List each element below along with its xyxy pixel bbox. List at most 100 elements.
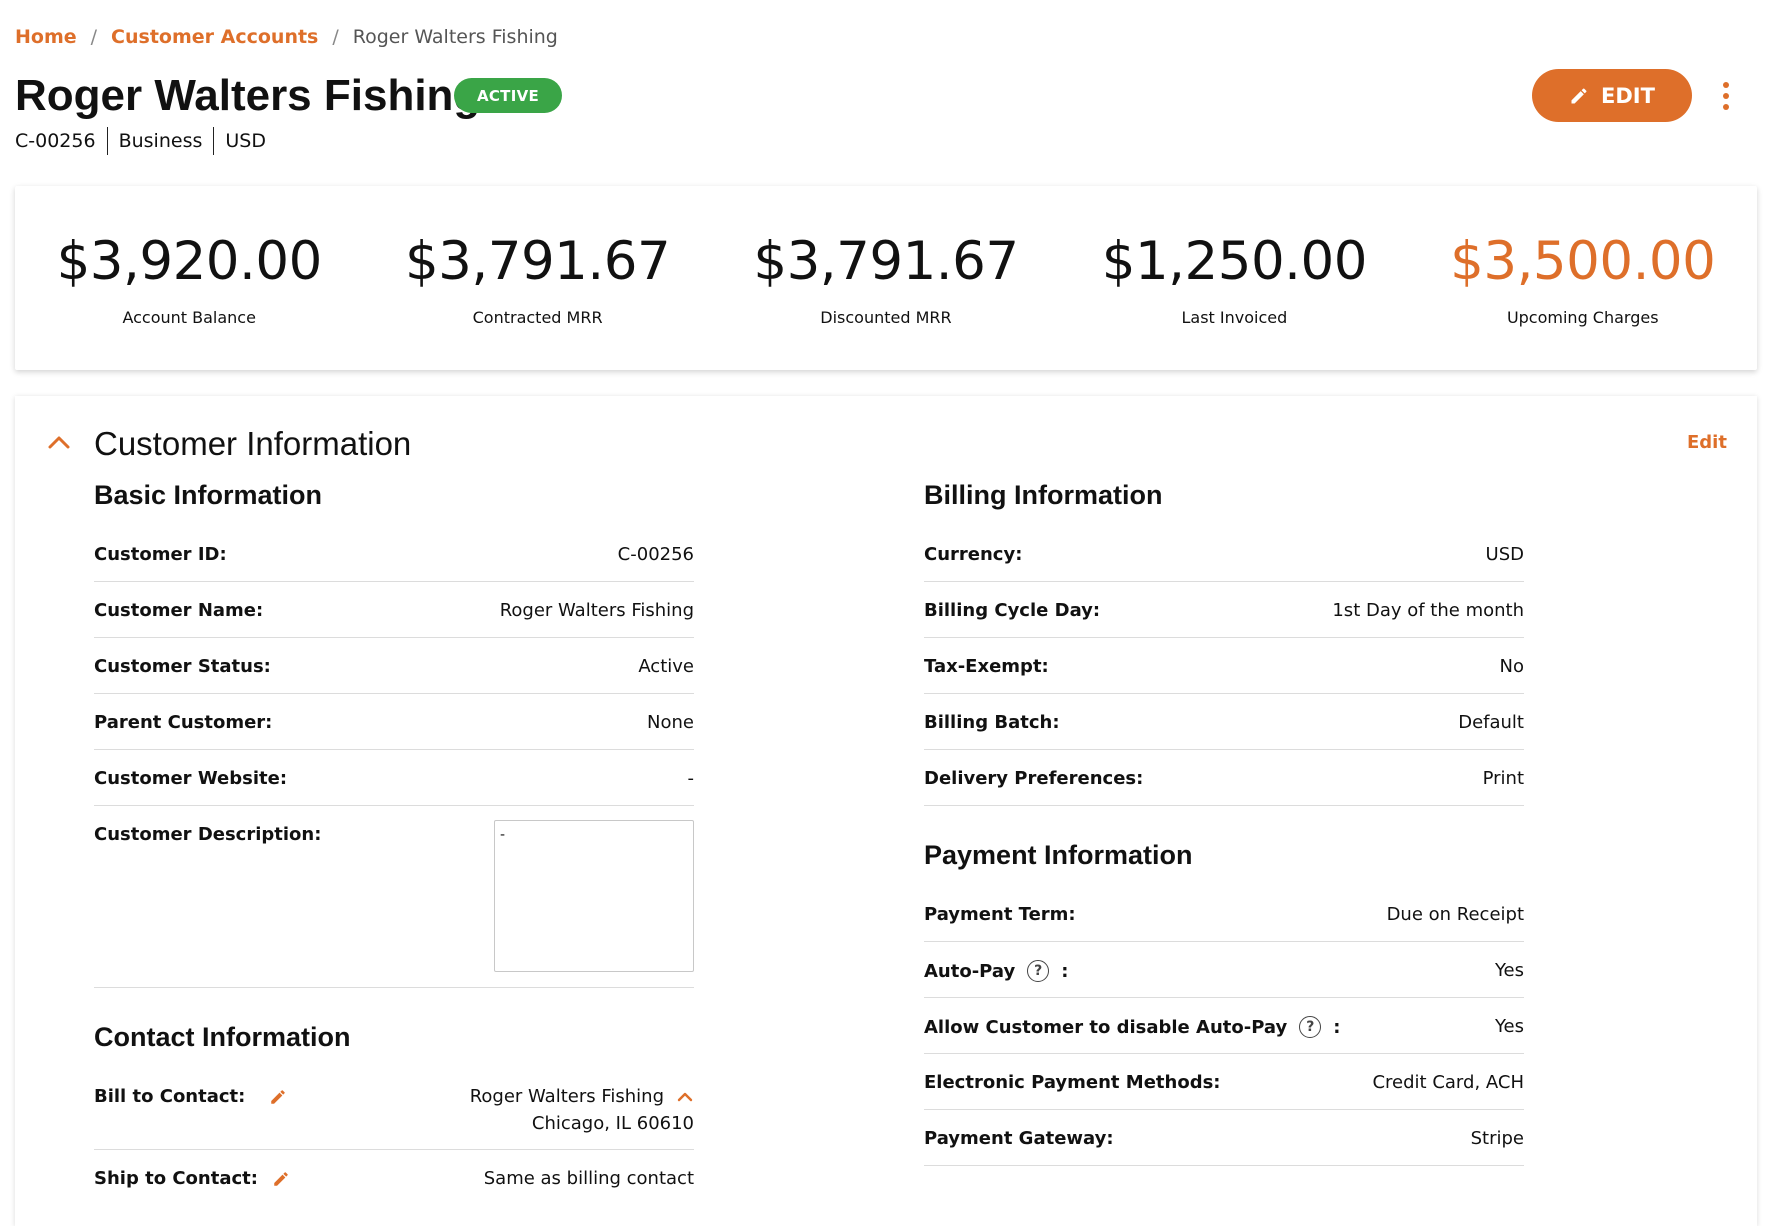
metric-value: $1,250.00 <box>1101 231 1368 292</box>
row-label: Customer ID: <box>94 544 227 565</box>
info-row-currency: Currency: USD <box>924 526 1524 582</box>
row-value: - <box>687 768 695 789</box>
right-column: Billing Information Currency: USD Billin… <box>924 478 1524 1166</box>
row-value: Default <box>1458 712 1524 733</box>
row-label: Billing Batch: <box>924 712 1060 733</box>
row-value: No <box>1499 656 1524 677</box>
edit-button[interactable]: EDIT <box>1532 69 1692 122</box>
chevron-up-icon[interactable] <box>45 430 73 454</box>
contact-information-title: Contact Information <box>94 1022 351 1052</box>
row-label: Electronic Payment Methods: <box>924 1072 1221 1093</box>
metric-value: $3,791.67 <box>753 231 1019 292</box>
metric-value: $3,920.00 <box>56 231 323 292</box>
metric-label: Upcoming Charges <box>1506 308 1659 327</box>
row-value: Yes <box>1494 960 1524 981</box>
breadcrumb-current: Roger Walters Fishing <box>352 26 558 48</box>
row-value: Due on Receipt <box>1386 904 1524 925</box>
metric-label: Account Balance <box>122 308 256 327</box>
info-row-delivery-preferences: Delivery Preferences: Print <box>924 750 1524 806</box>
row-label: Customer Status: <box>94 656 271 677</box>
chevron-up-icon[interactable] <box>676 1090 694 1104</box>
info-row-auto-pay: Auto-Pay ? : Yes <box>924 942 1524 998</box>
info-row-customer-website: Customer Website: - <box>94 750 694 806</box>
row-label: Allow Customer to disable Auto-Pay ? : <box>924 1016 1340 1038</box>
info-row-customer-description: Customer Description: - <box>94 806 694 988</box>
row-label: Currency: <box>924 544 1023 565</box>
metric-value: $3,500.00 <box>1450 231 1716 292</box>
metric-label: Discounted MRR <box>820 308 952 327</box>
meta-customer-id: C-00256 <box>15 130 96 152</box>
customer-description-box[interactable]: - <box>494 820 694 972</box>
bill-to-contact-address: Chicago, IL 60610 <box>531 1113 694 1134</box>
row-label: Billing Cycle Day: <box>924 600 1101 621</box>
row-label: Payment Gateway: <box>924 1128 1114 1149</box>
breadcrumb: Home / Customer Accounts / Roger Walters… <box>15 22 558 52</box>
metric-value: $3,791.67 <box>404 231 671 292</box>
info-row-billing-batch: Billing Batch: Default <box>924 694 1524 750</box>
row-label: Auto-Pay ? : <box>924 960 1068 982</box>
row-label: Customer Name: <box>94 600 264 621</box>
metric-label: Contracted MRR <box>472 308 603 327</box>
section-title: Customer Information <box>94 425 412 462</box>
breadcrumb-separator: / <box>90 26 98 48</box>
kebab-menu-icon[interactable] <box>1714 78 1738 114</box>
row-label: Customer Description: <box>94 824 322 845</box>
info-row-payment-gateway: Payment Gateway: Stripe <box>924 1110 1524 1166</box>
info-row-electronic-payment-methods: Electronic Payment Methods: Credit Card,… <box>924 1054 1524 1110</box>
allow-disable-auto-pay-label: Allow Customer to disable Auto-Pay <box>924 1016 1288 1038</box>
info-row-bill-to-contact: Bill to Contact: Roger Walters Fishing C… <box>94 1068 694 1150</box>
bill-to-contact-value: Roger Walters Fishing Chicago, IL 60610 <box>470 1083 694 1137</box>
metric-last-invoiced: $1,250.00 Last Invoiced <box>1060 186 1408 370</box>
auto-pay-label: Auto-Pay <box>924 960 1016 982</box>
info-row-allow-disable-auto-pay: Allow Customer to disable Auto-Pay ? : Y… <box>924 998 1524 1054</box>
metrics-card: $3,920.00 Account Balance $3,791.67 Cont… <box>15 186 1757 370</box>
info-row-payment-term: Payment Term: Due on Receipt <box>924 886 1524 942</box>
row-value: Stripe <box>1470 1128 1524 1149</box>
row-value: USD <box>1485 544 1524 565</box>
help-circle-icon[interactable]: ? <box>1299 1016 1322 1038</box>
customer-information-panel: Customer Information Edit Basic Informat… <box>15 396 1757 1226</box>
ship-to-contact-label: Ship to Contact: <box>94 1168 258 1189</box>
ship-to-contact-value: Same as billing contact <box>483 1168 694 1189</box>
row-value: None <box>647 712 694 733</box>
label-colon: : <box>1333 1016 1341 1038</box>
metric-account-balance: $3,920.00 Account Balance <box>15 186 363 370</box>
breadcrumb-home-link[interactable]: Home <box>15 26 77 48</box>
pencil-icon[interactable] <box>269 1088 287 1106</box>
pencil-icon <box>1571 87 1587 103</box>
status-badge: ACTIVE <box>454 78 562 113</box>
basic-information-title: Basic Information <box>94 480 323 510</box>
bill-to-contact-label: Bill to Contact: <box>94 1086 246 1107</box>
page-title: Roger Walters Fishing <box>15 71 481 120</box>
info-row-customer-status: Customer Status: Active <box>94 638 694 694</box>
row-label: Customer Website: <box>94 768 288 789</box>
info-row-customer-id: Customer ID: C-00256 <box>94 526 694 582</box>
row-label: Ship to Contact: <box>94 1168 290 1189</box>
left-column: Basic Information Customer ID: C-00256 C… <box>94 478 694 1206</box>
row-label: Tax-Exempt: <box>924 656 1049 677</box>
customer-info-edit-link[interactable]: Edit <box>1687 432 1727 453</box>
info-row-ship-to-contact: Ship to Contact: Same as billing contact <box>94 1150 694 1206</box>
account-meta: C-00256 Business USD <box>15 126 277 156</box>
row-value: Roger Walters Fishing <box>499 600 694 621</box>
row-value: 1st Day of the month <box>1332 600 1524 621</box>
bill-to-contact-name: Roger Walters Fishing <box>469 1086 664 1107</box>
row-label: Bill to Contact: <box>94 1086 287 1107</box>
metric-upcoming-charges: $3,500.00 Upcoming Charges <box>1409 186 1757 370</box>
row-value: Yes <box>1494 1016 1524 1037</box>
pencil-icon[interactable] <box>272 1170 290 1188</box>
row-value: C-00256 <box>617 544 694 565</box>
payment-information-title: Payment Information <box>924 840 1193 870</box>
help-circle-icon[interactable]: ? <box>1027 960 1050 982</box>
info-row-customer-name: Customer Name: Roger Walters Fishing <box>94 582 694 638</box>
metric-label: Last Invoiced <box>1181 308 1288 327</box>
row-value: Active <box>638 656 694 677</box>
row-label: Delivery Preferences: <box>924 768 1144 789</box>
breadcrumb-customer-accounts-link[interactable]: Customer Accounts <box>111 26 318 48</box>
row-label: Payment Term: <box>924 904 1076 925</box>
meta-account-type: Business <box>106 127 214 155</box>
info-row-tax-exempt: Tax-Exempt: No <box>924 638 1524 694</box>
label-colon: : <box>1061 960 1069 982</box>
breadcrumb-separator: / <box>332 26 339 48</box>
meta-currency: USD <box>213 127 277 155</box>
